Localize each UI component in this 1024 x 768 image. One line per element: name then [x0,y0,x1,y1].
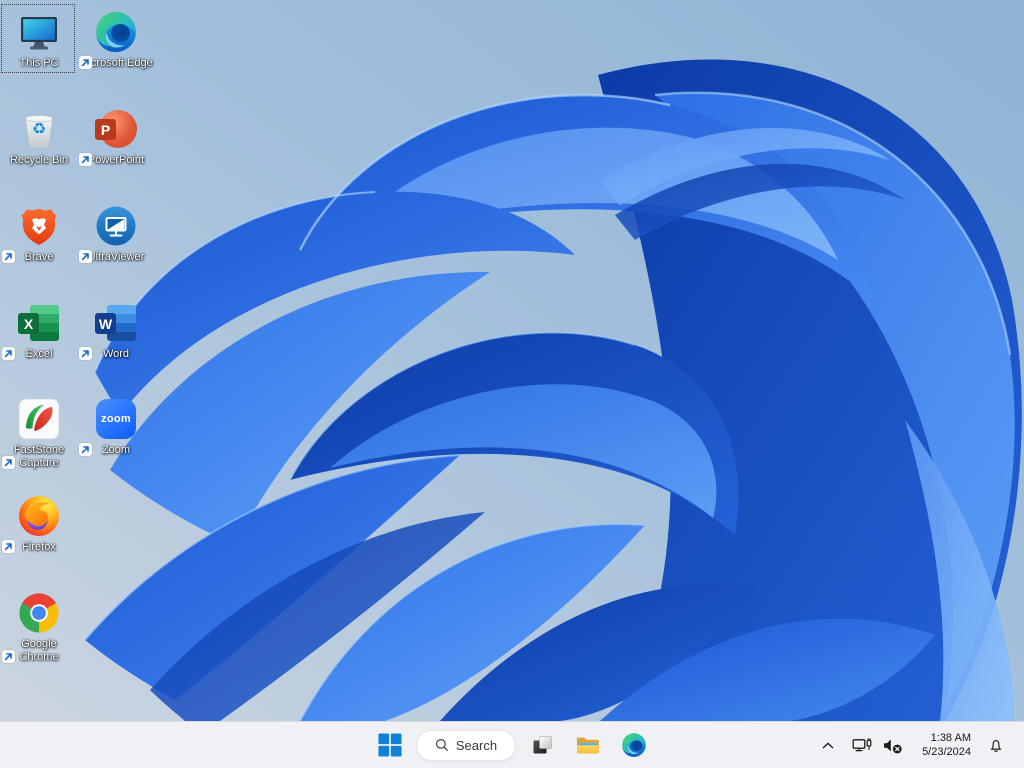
desktop-icon-recycle-bin[interactable]: ♻ Recycle Bin [1,101,77,167]
tray-notifications-button[interactable] [980,725,1012,765]
excel-icon: X [17,301,61,345]
faststone-capture-icon [17,397,61,441]
word-letter: W [98,315,113,332]
edge-taskbar-button[interactable] [614,725,654,765]
desktop-icon-google-chrome[interactable]: Google Chrome [1,585,77,664]
chevron-up-icon [822,742,834,748]
ultraviewer-icon [94,204,138,248]
desktop-icon-word[interactable]: W Word [78,295,154,361]
this-pc-icon [17,10,61,54]
firefox-icon [17,494,61,538]
shortcut-arrow-icon [2,347,15,360]
word-icon: W [94,301,138,345]
tray-network-volume-button[interactable] [843,725,913,765]
start-button[interactable] [370,725,410,765]
shortcut-arrow-icon [79,56,92,69]
windows-desktop: This PC ♻ Recycle Bin Brave X Excel Fast… [0,0,1024,768]
shortcut-arrow-icon [2,540,15,553]
desktop-icon-faststone-capture[interactable]: FastStone Capture [1,391,77,470]
desktop-icon-powerpoint[interactable]: P PowerPoint [78,101,154,167]
search-label: Search [455,737,498,753]
shortcut-arrow-icon [79,443,92,456]
shortcut-arrow-icon [2,650,15,663]
desktop-icon-this-pc[interactable]: This PC [1,4,77,73]
zoom-wordmark: zoom [101,413,131,425]
desktop-icon-firefox[interactable]: Firefox [1,488,77,554]
zoom-icon: zoom [94,397,138,441]
taskbar: Search 1:38 AM 5/23/2024 [0,721,1024,768]
volume-muted-icon [884,739,902,753]
desktop-icon-microsoft-edge[interactable]: Microsoft Edge [78,4,154,70]
bell-icon [990,740,1002,752]
shortcut-arrow-icon [2,456,15,469]
microsoft-edge-icon [622,733,646,757]
system-tray: 1:38 AM 5/23/2024 [815,722,1024,768]
tray-time: 1:38 AM [930,731,971,744]
brave-icon [17,204,61,248]
pinned-app-button[interactable] [522,725,562,765]
ethernet-network-icon [852,738,872,752]
desktop-icon-ultraviewer[interactable]: UltraViewer [78,198,154,264]
tray-clock[interactable]: 1:38 AM 5/23/2024 [915,725,978,765]
recycle-symbol: ♻ [31,119,47,138]
shortcut-arrow-icon [79,347,92,360]
shortcut-arrow-icon [79,153,92,166]
taskbar-search[interactable]: Search [416,729,516,761]
taskbar-center-group: Search [370,722,654,768]
search-icon [435,738,448,751]
tray-show-hidden-button[interactable] [815,725,841,765]
microsoft-edge-icon [94,10,138,54]
shortcut-arrow-icon [79,250,92,263]
desktop-icon-brave[interactable]: Brave [1,198,77,264]
file-explorer-icon [577,737,599,754]
desktop-area[interactable]: This PC ♻ Recycle Bin Brave X Excel Fast… [0,0,1024,721]
file-explorer-button[interactable] [568,725,608,765]
shortcut-arrow-icon [2,250,15,263]
overlapping-squares-icon [533,736,552,754]
tray-date: 5/23/2024 [922,745,971,758]
powerpoint-icon: P [94,107,138,151]
desktop-icon-zoom[interactable]: zoom Zoom [78,391,154,457]
recycle-bin-icon: ♻ [17,107,61,151]
powerpoint-letter: P [100,121,111,138]
google-chrome-icon [17,591,61,635]
windows-logo-icon [378,733,402,757]
desktop-icon-excel[interactable]: X Excel [1,295,77,361]
excel-letter: X [23,315,34,332]
